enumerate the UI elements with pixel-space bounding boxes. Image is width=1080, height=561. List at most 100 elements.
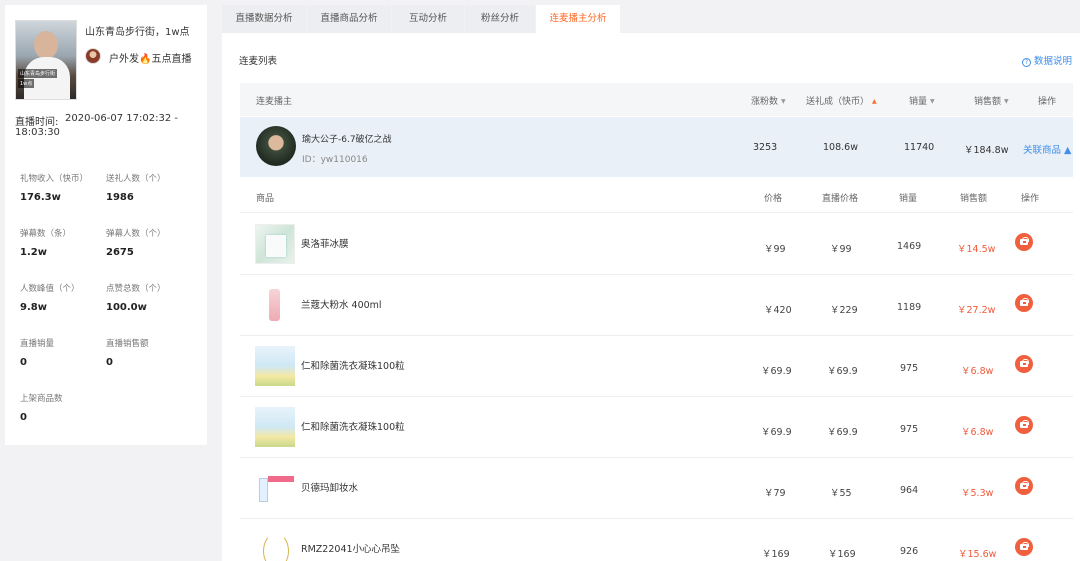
shopping-bag-icon[interactable] (1015, 416, 1033, 434)
live-time-end: 18:03:30 (15, 127, 60, 138)
product-revenue: ￥14.5w (957, 244, 996, 255)
header-revenue: 销售额 (974, 97, 1002, 107)
product-name[interactable]: 贝德玛卸妆水 (301, 480, 358, 494)
header-revenue-sort[interactable]: 销售额 ▼ (974, 94, 1009, 107)
shopping-bag-icon[interactable] (1015, 294, 1033, 312)
product-row: 兰蔻大粉水 400ml ￥420 ￥229 1189 ￥27.2w (240, 275, 1073, 336)
product-price: ￥99 (764, 244, 786, 255)
anchor-name[interactable]: 户外发🔥五点直播 (109, 50, 191, 65)
product-sales: 975 (900, 424, 919, 435)
stat-value-danmaku-count: 1.2w (20, 247, 47, 258)
product-thumbnail[interactable] (255, 224, 295, 264)
shopping-bag-icon[interactable] (1015, 355, 1033, 373)
sort-up-icon: ▲ (872, 98, 877, 105)
header-anchor: 连麦播主 (256, 97, 293, 107)
mic-anchor-row: 瑜大公子-6.7破亿之战 ID：yw110016 3253 108.6w 117… (240, 117, 1073, 177)
product-live-price: ￥69.9 (827, 427, 858, 438)
live-time-start: 2020-06-07 17:02:32 - (65, 113, 178, 124)
product-revenue: ￥15.6w (958, 549, 997, 560)
fire-icon: 🔥 (139, 54, 152, 65)
product-thumbnail[interactable] (255, 407, 295, 447)
tab-interaction[interactable]: 互动分析 (392, 5, 464, 33)
tab-live-products[interactable]: 直播商品分析 (307, 5, 391, 33)
product-row: 贝德玛卸妆水 ￥79 ￥55 964 ￥5.3w (240, 458, 1073, 519)
sort-down-icon: ▼ (930, 98, 935, 105)
product-name[interactable]: 仁和除菌洗衣凝珠100粒 (301, 358, 405, 372)
cover-tag: 山东青岛步行街 (18, 69, 58, 78)
product-thumbnail[interactable] (255, 346, 295, 386)
stat-value-gift-senders: 1986 (106, 192, 134, 203)
stat-value-total-likes: 100.0w (106, 302, 147, 313)
stat-value-peak-viewers: 9.8w (20, 302, 47, 313)
product-thumbnail[interactable] (255, 468, 295, 508)
stat-label-gift-income: 礼物收入（快币） (20, 174, 89, 184)
product-thumbnail[interactable] (255, 529, 295, 561)
mic-anchor-gift: 108.6w (823, 142, 858, 153)
product-live-price: ￥55 (830, 488, 852, 499)
product-price: ￥69.9 (761, 366, 792, 377)
shopping-bag-icon[interactable] (1015, 538, 1033, 556)
product-sales: 1469 (897, 241, 922, 252)
shopping-bag-icon[interactable] (1015, 233, 1033, 251)
tab-live-data[interactable]: 直播数据分析 (222, 5, 306, 33)
mic-anchor-sales: 11740 (904, 142, 935, 153)
mic-anchor-id: ID：yw110016 (302, 155, 368, 165)
live-time-label: 直播时间: (15, 117, 59, 128)
product-price: ￥169 (762, 549, 790, 560)
product-revenue: ￥27.2w (957, 305, 996, 316)
header-fans-sort[interactable]: 涨粉数 ▼ (751, 94, 786, 107)
stat-value-listed-products: 0 (20, 412, 27, 423)
anchor-name-prefix: 户外发 (109, 54, 139, 65)
header-product-action: 操作 (1021, 194, 1040, 204)
mic-anchor-revenue: ￥184.8w (964, 145, 1009, 156)
product-thumbnail[interactable] (255, 285, 295, 325)
section-title: 连麦列表 (239, 56, 278, 67)
stat-label-listed-products: 上架商品数 (20, 394, 63, 404)
product-name[interactable]: 仁和除菌洗衣凝珠100粒 (301, 419, 405, 433)
stat-value-live-sales: 0 (20, 357, 27, 368)
stat-label-total-likes: 点赞总数（个） (106, 284, 166, 294)
stat-label-live-sales: 直播销量 (20, 339, 55, 349)
live-info-panel: 山东青岛步行街 1w点 山东青岛步行街，1w点 户外发🔥五点直播 直播时间: 2… (5, 5, 207, 445)
stat-label-gift-senders: 送礼人数（个） (106, 174, 166, 184)
question-icon: ? (1021, 58, 1031, 67)
stat-label-peak-viewers: 人数峰值（个） (20, 284, 80, 294)
mic-anchor-avatar[interactable] (256, 126, 296, 166)
mic-table-header: 连麦播主 涨粉数 ▼ 送礼成（快币） ▲ 销量 ▼ 销售额 ▼ 操作 (240, 83, 1073, 116)
stat-label-danmaku-users: 弹幕人数（个） (106, 229, 166, 239)
tab-mic-anchor[interactable]: 连麦播主分析 (536, 5, 620, 33)
product-name[interactable]: 兰蔻大粉水 400ml (301, 297, 382, 311)
header-price: 价格 (764, 194, 783, 204)
product-name[interactable]: RMZ22041小心心吊坠 (301, 541, 400, 555)
tab-fans[interactable]: 粉丝分析 (465, 5, 535, 33)
mic-anchor-name[interactable]: 瑜大公子-6.7破亿之战 (302, 132, 392, 145)
header-product-sales: 销量 (899, 194, 918, 204)
product-price: ￥79 (764, 488, 786, 499)
cover-tag-count: 1w点 (18, 79, 35, 88)
mic-anchor-fans: 3253 (753, 142, 778, 153)
stat-value-gift-income: 176.3w (20, 192, 61, 203)
product-row: RMZ22041小心心吊坠 ￥169 ￥169 926 ￥15.6w (240, 519, 1073, 561)
product-revenue: ￥6.8w (961, 366, 994, 377)
data-explanation-link[interactable]: ? 数据说明 (1021, 53, 1072, 67)
header-live-price: 直播价格 (822, 194, 859, 204)
shopping-bag-icon[interactable] (1015, 477, 1033, 495)
live-cover-image[interactable]: 山东青岛步行街 1w点 (15, 20, 77, 100)
product-row: 仁和除菌洗衣凝珠100粒 ￥69.9 ￥69.9 975 ￥6.8w (240, 397, 1073, 458)
header-sales: 销量 (909, 97, 928, 107)
header-sales-sort[interactable]: 销量 ▼ (909, 94, 935, 107)
analysis-tabs: 直播数据分析 直播商品分析 互动分析 粉丝分析 连麦播主分析 (222, 5, 1080, 33)
product-name[interactable]: 奥洛菲冰膜 (301, 236, 349, 250)
product-sales: 926 (900, 546, 919, 557)
product-live-price: ￥169 (828, 549, 856, 560)
product-price: ￥420 (764, 305, 792, 316)
cover-person-head (34, 31, 58, 59)
header-product: 商品 (256, 194, 275, 204)
stat-label-live-revenue: 直播销售额 (106, 339, 149, 349)
anchor-avatar[interactable] (85, 48, 101, 64)
header-gift-sort[interactable]: 送礼成（快币） ▲ (806, 94, 877, 107)
product-live-price: ￥229 (830, 305, 858, 316)
sort-down-icon: ▼ (1004, 98, 1009, 105)
related-products-toggle[interactable]: 关联商品 ▲ (1023, 142, 1071, 156)
product-live-price: ￥69.9 (827, 366, 858, 377)
